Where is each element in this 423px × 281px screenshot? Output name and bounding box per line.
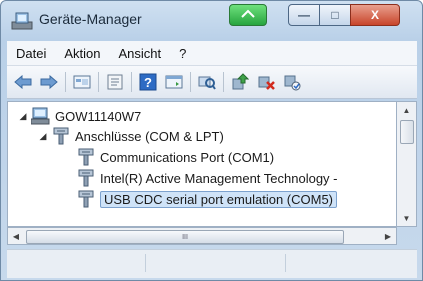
minimize-icon: — — [298, 8, 310, 22]
collapse-icon[interactable]: ◢ — [18, 111, 28, 121]
ports-category-label: Anschlüsse (COM & LPT) — [75, 128, 224, 144]
port-connector-icon — [76, 148, 96, 166]
status-pane — [7, 254, 146, 272]
device-manager-icon — [11, 11, 33, 31]
menu-help[interactable]: ? — [170, 46, 195, 61]
tree-node-device[interactable]: Communications Port (COM1) — [76, 147, 274, 167]
tree-node-computer[interactable]: ◢ GOW11140W7 — [18, 106, 141, 126]
toolbar-separator — [131, 72, 132, 92]
toolbar-separator — [98, 72, 99, 92]
device-view-icon[interactable] — [72, 72, 92, 92]
quick-action-icon — [241, 8, 255, 22]
uninstall-icon[interactable] — [256, 72, 276, 92]
scroll-up-icon[interactable]: ▲ — [397, 102, 416, 118]
port-connector-icon — [76, 190, 96, 208]
toolbar: ? — [7, 66, 417, 99]
device-label: Intel(R) Active Management Technology - — [100, 170, 338, 186]
toolbar-separator — [65, 72, 66, 92]
menu-datei[interactable]: Datei — [7, 46, 55, 61]
update-driver-icon[interactable] — [230, 72, 250, 92]
forward-arrow-icon[interactable] — [39, 72, 59, 92]
maximize-button[interactable]: □ — [319, 4, 351, 26]
device-tree: ◢ GOW11140W7 ◢ Anschlüsse (COM & LPT) Co… — [7, 101, 397, 227]
svg-text:?: ? — [144, 75, 152, 90]
scroll-grip: III — [182, 233, 188, 241]
port-connector-icon — [76, 169, 96, 187]
window-title: Geräte-Manager — [39, 11, 142, 27]
tree-node-ports-category[interactable]: ◢ Anschlüsse (COM & LPT) — [38, 126, 224, 146]
quick-action-button[interactable] — [229, 4, 267, 26]
disable-icon[interactable] — [282, 72, 302, 92]
tree-node-device[interactable]: Intel(R) Active Management Technology - — [76, 168, 338, 188]
back-arrow-icon[interactable] — [13, 72, 33, 92]
device-manager-window: Geräte-Manager — □ X Datei Aktion Ansich… — [0, 0, 423, 281]
tree-node-device-selected[interactable]: USB CDC serial port emulation (COM5) — [76, 189, 338, 209]
title-bar[interactable]: Geräte-Manager — □ X — [1, 1, 422, 39]
properties-icon[interactable] — [105, 72, 125, 92]
port-connector-icon — [51, 127, 71, 145]
status-pane — [145, 254, 286, 272]
vertical-scrollbar[interactable]: ▲ ▼ — [397, 101, 417, 227]
scroll-right-icon[interactable]: ▶ — [380, 228, 396, 244]
scroll-down-icon[interactable]: ▼ — [397, 210, 416, 226]
minimize-button[interactable]: — — [288, 4, 320, 26]
computer-icon — [30, 107, 51, 125]
close-button[interactable]: X — [350, 4, 400, 26]
menu-bar: Datei Aktion Ansicht ? — [7, 41, 417, 66]
toolbar-separator — [190, 72, 191, 92]
scroll-left-icon[interactable]: ◀ — [8, 228, 24, 244]
device-label: Communications Port (COM1) — [100, 149, 275, 165]
horizontal-scrollbar[interactable]: ◀ III ▶ — [7, 227, 397, 245]
toolbar-separator — [223, 72, 224, 92]
collapse-icon[interactable]: ◢ — [38, 131, 48, 141]
menu-ansicht[interactable]: Ansicht — [110, 46, 171, 61]
device-label: USB CDC serial port emulation (COM5) — [100, 190, 338, 208]
scan-hardware-icon[interactable] — [197, 72, 217, 92]
menu-aktion[interactable]: Aktion — [55, 46, 109, 61]
horizontal-scroll-thumb[interactable]: III — [26, 230, 344, 244]
close-icon: X — [370, 8, 379, 22]
computer-name: GOW11140W7 — [55, 108, 142, 124]
console-icon[interactable] — [164, 72, 184, 92]
status-bar — [7, 249, 417, 278]
vertical-scroll-thumb[interactable] — [400, 120, 414, 144]
help-icon[interactable]: ? — [138, 72, 158, 92]
maximize-icon: □ — [331, 8, 339, 22]
